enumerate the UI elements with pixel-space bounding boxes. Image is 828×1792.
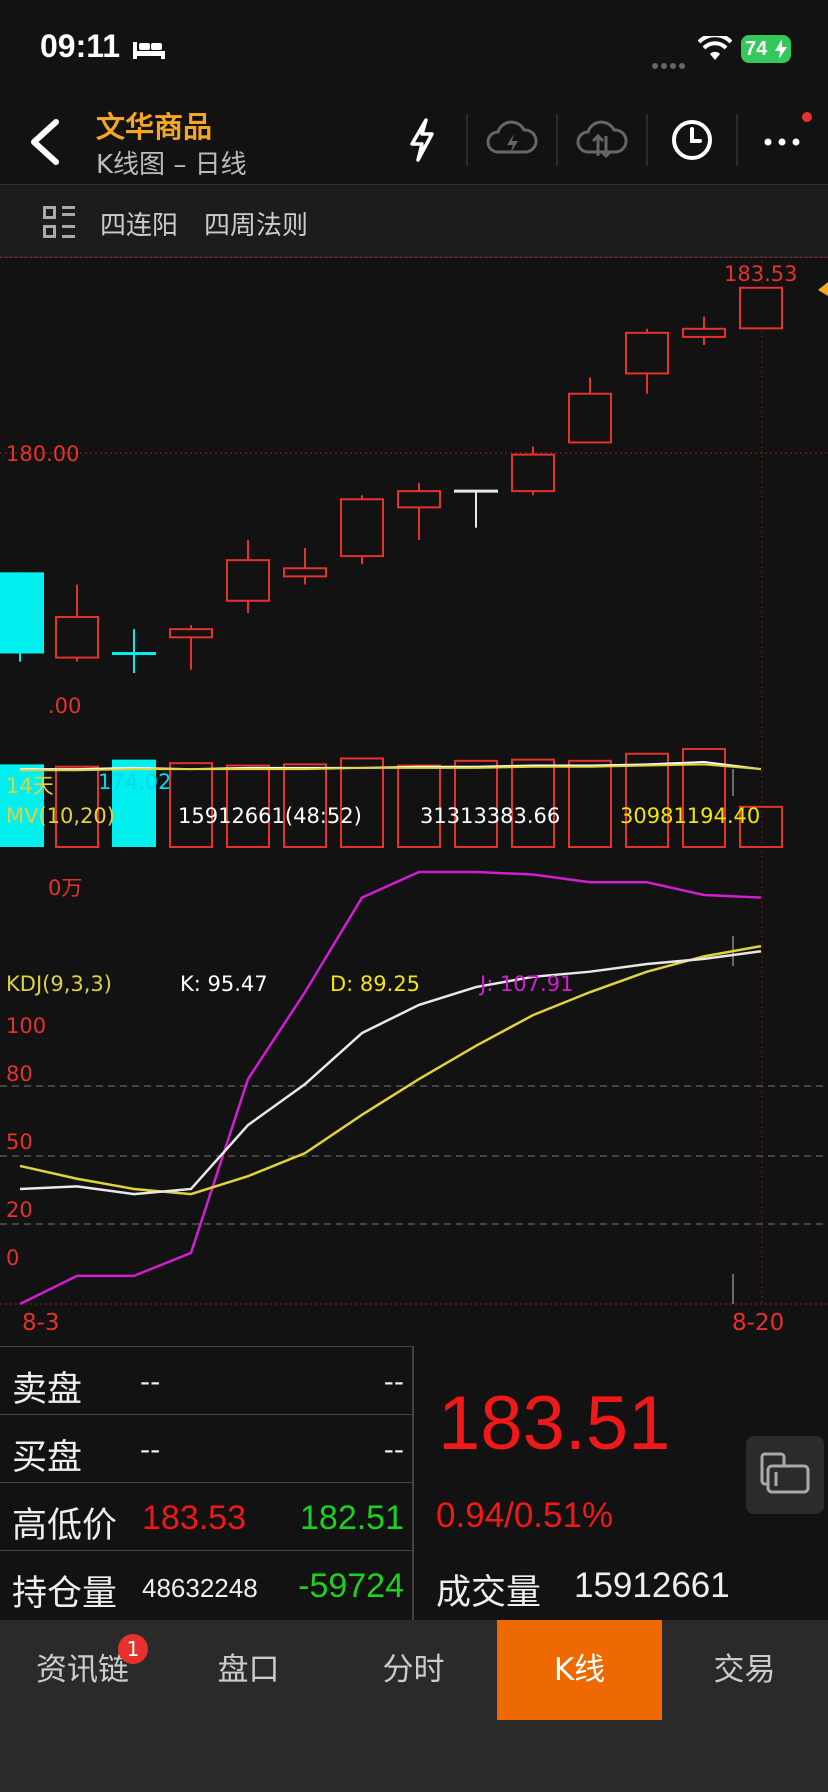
low-price: 182.51	[300, 1499, 404, 1537]
kline-chart-svg[interactable]	[0, 256, 828, 1346]
sleep-focus-icon	[133, 42, 165, 59]
cloud-flash-icon[interactable]	[484, 114, 540, 166]
volume-unit-label: 0万	[48, 876, 83, 900]
sell-row: 卖盘 -- --	[0, 1346, 412, 1415]
more-icon[interactable]	[754, 114, 810, 166]
sell-volume: --	[383, 1365, 404, 1398]
header-divider	[646, 114, 648, 166]
tab-order-book[interactable]: 盘口	[166, 1620, 331, 1720]
kdj-axis-label: 100	[6, 1014, 47, 1038]
volume-value: 15912661(48:52)	[178, 804, 362, 828]
quote-divider	[412, 1346, 414, 1620]
kdj-axis-label: 0	[6, 1246, 20, 1270]
notification-badge: 1	[118, 1634, 148, 1664]
open-interest-label: 持仓量	[12, 1574, 118, 1614]
strategy-bar: 四连阳 四周法则	[0, 184, 828, 258]
open-interest-change: -59724	[298, 1567, 404, 1605]
price-axis-label: 180.00	[6, 442, 80, 466]
volume-bar	[340, 757, 384, 848]
volume-bar	[568, 759, 612, 848]
notification-dot	[802, 112, 812, 122]
battery-indicator: 74	[741, 35, 791, 63]
mv20-value: 30981194.40	[620, 804, 761, 828]
candle-body	[226, 559, 270, 602]
kline-chart-area[interactable]: 183.53 180.00 .00 14天 174.02 MV(10,20) 1…	[0, 256, 828, 1346]
header-divider	[736, 114, 738, 166]
tab-kline[interactable]: K线	[497, 1620, 662, 1720]
window-switch-icon	[760, 1452, 810, 1494]
candle-body	[283, 567, 327, 578]
kdj-j-line	[19, 870, 762, 1306]
sell-price: --	[140, 1365, 161, 1398]
window-toggle-button[interactable]	[746, 1436, 824, 1514]
candle-body	[340, 498, 384, 558]
cellular-signal-icon	[652, 54, 688, 73]
candle-body	[0, 572, 44, 654]
status-time: 09:11	[40, 28, 121, 64]
cloud-sync-icon[interactable]	[574, 114, 630, 166]
high-price-label: 183.53	[724, 262, 798, 286]
kdj-axis-label: 20	[6, 1198, 33, 1222]
candle-body	[568, 392, 612, 444]
candle-body	[739, 286, 783, 330]
kdj-axis-label: 50	[6, 1130, 33, 1154]
flash-icon[interactable]	[394, 114, 450, 166]
header-divider	[556, 114, 558, 166]
high-low-row: 高低价 183.53 182.51	[0, 1482, 412, 1551]
candle-body	[682, 327, 726, 338]
volume-label: 成交量	[436, 1573, 542, 1613]
kdj-k-value: K: 95.47	[180, 972, 268, 996]
candle-body	[397, 490, 441, 509]
battery-level: 74	[745, 38, 768, 60]
open-interest-row: 持仓量 48632248 -59724	[0, 1550, 412, 1622]
top-nav-bar: 文华商品 K线图 – 日线	[0, 96, 828, 184]
date-axis-start: 8-3	[22, 1310, 60, 1336]
tab-intraday[interactable]: 分时	[331, 1620, 496, 1720]
buy-volume: --	[383, 1433, 404, 1466]
last-price: 183.51	[438, 1381, 671, 1466]
date-axis-end: 8-20	[732, 1310, 785, 1336]
candle-body	[55, 615, 99, 659]
open-interest: 48632248	[142, 1573, 258, 1603]
volume-total: 15912661	[574, 1566, 730, 1605]
page-title: 文华商品	[96, 110, 213, 144]
candle-body	[511, 453, 555, 493]
grid-menu-icon[interactable]	[42, 205, 76, 239]
buy-price: --	[140, 1433, 161, 1466]
wifi-icon	[698, 36, 732, 60]
candle-body	[625, 331, 669, 375]
page-subtitle: K线图 – 日线	[96, 150, 247, 180]
bottom-tab-bar: 资讯链 1 盘口 分时 K线 交易	[0, 1620, 828, 1792]
strategy-item[interactable]: 四周法则	[204, 205, 308, 242]
kdj-axis-label: 80	[6, 1062, 33, 1086]
period-label: 14天	[6, 774, 54, 798]
charging-bolt-icon	[775, 39, 787, 59]
price-change: 0.94/0.51%	[436, 1496, 614, 1535]
mv10-value: 31313383.66	[420, 804, 561, 828]
price-axis-label: .00	[48, 694, 82, 718]
kdj-label: KDJ(9,3,3)	[6, 972, 112, 996]
kdj-j-value: J: 107.91	[480, 972, 574, 996]
header-divider	[466, 114, 468, 166]
candle-body	[169, 628, 213, 639]
clock-icon[interactable]	[664, 114, 720, 166]
kdj-d-value: D: 89.25	[330, 972, 421, 996]
high-low-label: 高低价	[12, 1506, 118, 1546]
buy-row: 买盘 -- --	[0, 1414, 412, 1483]
sell-label: 卖盘	[12, 1370, 83, 1410]
volume-bar	[625, 752, 669, 849]
back-arrow-icon[interactable]	[26, 118, 66, 166]
tab-trade[interactable]: 交易	[662, 1620, 827, 1720]
buy-label: 买盘	[12, 1438, 83, 1478]
low-price-label: 174.02	[98, 770, 172, 794]
mv-label: MV(10,20)	[6, 804, 115, 828]
status-bar: 09:11 74	[0, 0, 828, 96]
strategy-item[interactable]: 四连阳	[100, 205, 178, 242]
high-price: 183.53	[142, 1499, 246, 1537]
